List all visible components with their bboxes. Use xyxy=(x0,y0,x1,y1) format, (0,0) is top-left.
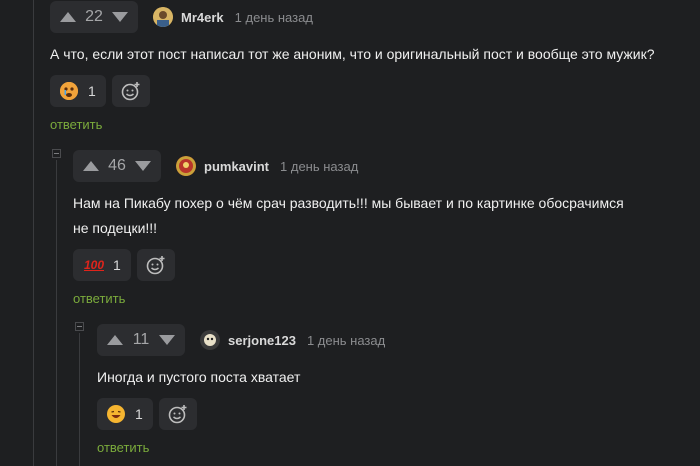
reactions: 100 1 xyxy=(73,249,673,281)
comment-header: 11 serjone123 1 день назад xyxy=(97,324,677,356)
rating: 22 xyxy=(85,8,103,25)
rating: 46 xyxy=(108,157,126,174)
comment: 22 Mr4erk 1 день назад А что, если этот … xyxy=(50,1,690,134)
vote-box: 11 xyxy=(97,324,185,356)
comment: 46 pumkavint 1 день назад Нам на Пикабу … xyxy=(73,150,673,308)
vote-box: 22 xyxy=(50,1,138,33)
reaction-count: 1 xyxy=(88,83,96,99)
author-name[interactable]: Mr4erk xyxy=(181,10,224,25)
laughing-face-icon xyxy=(107,405,125,423)
collapse-thread-button[interactable] xyxy=(52,149,61,158)
comment-text: А что, если этот пост написал тот же ано… xyxy=(50,46,655,62)
reaction-button[interactable]: 1 xyxy=(50,75,106,107)
add-reaction-button[interactable] xyxy=(158,398,197,430)
add-reaction-button[interactable] xyxy=(111,75,150,107)
add-emoji-icon xyxy=(146,256,165,275)
add-reaction-button[interactable] xyxy=(136,249,175,281)
downvote-arrow-icon[interactable] xyxy=(134,161,151,171)
timestamp[interactable]: 1 день назад xyxy=(235,10,313,25)
author-name[interactable]: pumkavint xyxy=(204,159,269,174)
comment-text: Иногда и пустого поста хватает xyxy=(97,369,301,385)
reply-link[interactable]: ответить xyxy=(50,117,102,132)
crying-face-icon xyxy=(60,82,78,100)
comment-text-line: не подецки!!! xyxy=(73,220,158,236)
reaction-button[interactable]: 1 xyxy=(97,398,153,430)
downvote-arrow-icon[interactable] xyxy=(111,12,128,22)
add-emoji-icon xyxy=(168,405,187,424)
timestamp[interactable]: 1 день назад xyxy=(307,333,385,348)
collapse-thread-button[interactable] xyxy=(75,322,84,331)
thread-line xyxy=(56,160,57,466)
vote-box: 46 xyxy=(73,150,161,182)
reactions: 1 xyxy=(50,75,690,107)
reactions: 1 xyxy=(97,398,677,430)
rating: 11 xyxy=(132,331,150,348)
reply-link[interactable]: ответить xyxy=(73,291,125,306)
comment: 11 serjone123 1 день назад Иногда и пуст… xyxy=(97,324,677,457)
avatar[interactable] xyxy=(153,7,173,27)
reaction-count: 1 xyxy=(135,406,143,422)
avatar[interactable] xyxy=(200,330,220,350)
comment-text-line: Нам на Пикабу похер о чём срач разводить… xyxy=(73,195,624,211)
comment-header: 22 Mr4erk 1 день назад xyxy=(50,1,690,33)
downvote-arrow-icon[interactable] xyxy=(158,335,175,345)
reaction-count: 1 xyxy=(113,257,121,273)
comment-text: Нам на Пикабу похер о чём срач разводить… xyxy=(73,191,673,241)
upvote-arrow-icon[interactable] xyxy=(83,161,99,171)
add-emoji-icon xyxy=(121,82,140,101)
reply-link[interactable]: ответить xyxy=(97,440,149,455)
avatar[interactable] xyxy=(176,156,196,176)
timestamp[interactable]: 1 день назад xyxy=(280,159,358,174)
upvote-arrow-icon[interactable] xyxy=(107,335,123,345)
hundred-points-icon: 100 xyxy=(83,258,105,272)
comment-header: 46 pumkavint 1 день назад xyxy=(73,150,673,182)
thread-line xyxy=(79,333,80,466)
upvote-arrow-icon[interactable] xyxy=(60,12,76,22)
author-name[interactable]: serjone123 xyxy=(228,333,296,348)
reaction-button[interactable]: 100 1 xyxy=(73,249,131,281)
thread-line xyxy=(33,0,34,466)
